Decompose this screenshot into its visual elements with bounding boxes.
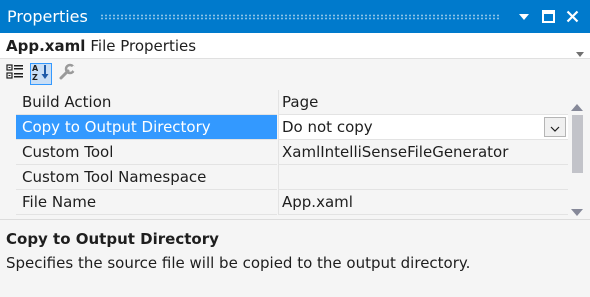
property-grid-scrollbar[interactable]	[568, 90, 586, 216]
property-pages-button[interactable]	[56, 63, 78, 85]
description-pane: Copy to Output Directory Specifies the s…	[0, 219, 590, 297]
scrollbar-thumb[interactable]	[572, 115, 583, 173]
maximize-button[interactable]	[536, 0, 560, 33]
row-gutter	[0, 90, 16, 115]
svg-text:A: A	[32, 64, 39, 73]
description-text: Specifies the source file will be copied…	[6, 254, 471, 272]
selected-object-type: File Properties	[90, 36, 197, 55]
row-gutter	[0, 115, 16, 140]
property-name[interactable]: Custom Tool Namespace	[16, 165, 277, 190]
scroll-up-icon[interactable]	[571, 97, 583, 115]
property-value[interactable]: Page	[278, 90, 568, 115]
property-name[interactable]: Copy to Output Directory	[16, 115, 277, 140]
property-value-dropdown[interactable]: Do not copy	[278, 115, 568, 140]
maximize-icon	[541, 10, 555, 23]
property-name[interactable]: Custom Tool	[16, 140, 277, 165]
titlebar-drag-grip[interactable]	[99, 13, 500, 20]
close-icon	[566, 10, 579, 23]
property-value[interactable]: XamlIntelliSenseFileGenerator	[278, 140, 568, 165]
properties-window-titlebar[interactable]: Properties	[0, 0, 590, 33]
close-button[interactable]	[560, 0, 584, 33]
row-gutter	[0, 140, 16, 165]
window-menu-button[interactable]	[512, 0, 536, 33]
value-dropdown-button[interactable]	[544, 117, 566, 137]
property-row-build-action[interactable]: Build Action Page	[0, 90, 568, 115]
property-row-file-name[interactable]: File Name App.xaml	[0, 190, 568, 215]
description-title: Copy to Output Directory	[6, 230, 219, 248]
alphabetical-sort-icon: A Z	[31, 63, 51, 85]
chevron-down-icon	[550, 115, 560, 140]
property-name[interactable]: Build Action	[16, 90, 277, 115]
property-value[interactable]: App.xaml	[278, 190, 568, 215]
window-title: Properties	[7, 7, 88, 26]
property-row-custom-tool-namespace[interactable]: Custom Tool Namespace	[0, 165, 568, 190]
property-grid: Build Action Page Copy to Output Directo…	[0, 90, 590, 216]
property-row-custom-tool[interactable]: Custom Tool XamlIntelliSenseFileGenerato…	[0, 140, 568, 165]
svg-text:Z: Z	[32, 73, 38, 81]
row-gutter	[0, 165, 16, 190]
dropdown-arrow-icon	[518, 13, 530, 21]
object-selector[interactable]: App.xaml File Properties	[0, 33, 590, 59]
properties-toolbar: A Z	[0, 59, 590, 89]
property-value[interactable]	[278, 165, 568, 190]
property-row-copy-to-output[interactable]: Copy to Output Directory Do not copy	[0, 115, 568, 140]
selected-object-name: App.xaml	[6, 36, 86, 55]
row-gutter	[0, 190, 16, 215]
categorized-button[interactable]	[4, 63, 26, 85]
categorized-icon	[6, 64, 24, 84]
scroll-down-icon[interactable]	[571, 202, 583, 220]
wrench-icon	[58, 63, 78, 85]
property-name[interactable]: File Name	[16, 190, 277, 215]
alphabetical-button[interactable]: A Z	[30, 63, 52, 85]
property-value: Do not copy	[282, 118, 373, 136]
